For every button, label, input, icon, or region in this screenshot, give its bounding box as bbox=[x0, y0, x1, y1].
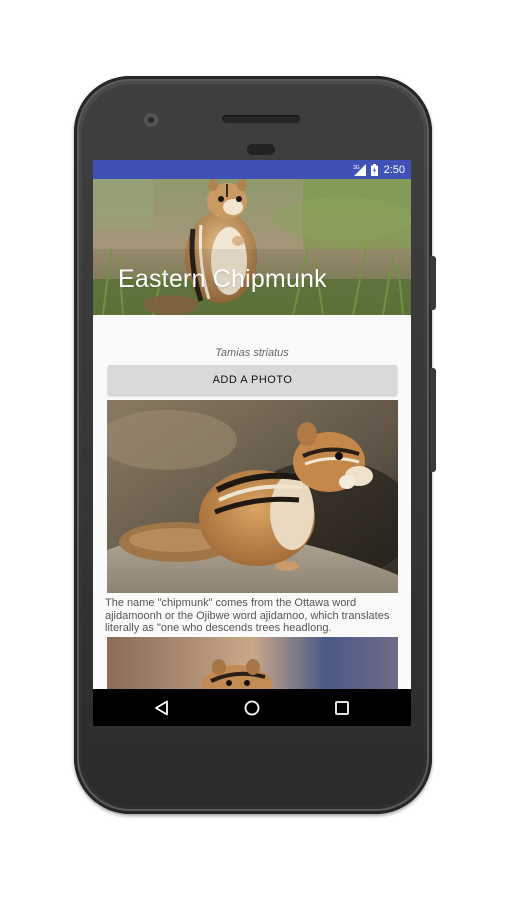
front-camera-icon bbox=[144, 113, 158, 127]
detail-content[interactable]: Tamias striatus ADD A PHOTO The name "ch… bbox=[93, 315, 411, 689]
status-time: 2:50 bbox=[383, 163, 405, 176]
chipmunk-photo[interactable] bbox=[107, 400, 398, 593]
chipmunk-header-photo bbox=[93, 179, 411, 315]
proximity-sensor bbox=[247, 144, 275, 155]
app-screen: 3G 2:50 Eastern Chipmunk Tamias striatus… bbox=[93, 160, 411, 726]
earpiece-speaker bbox=[222, 115, 300, 123]
back-button[interactable] bbox=[150, 696, 174, 720]
cell-signal-icon: 3G bbox=[353, 163, 366, 176]
system-navigation-bar bbox=[93, 689, 411, 726]
recents-square-icon bbox=[335, 701, 349, 715]
back-triangle-icon bbox=[155, 700, 168, 716]
status-bar: 3G 2:50 bbox=[93, 160, 411, 179]
volume-rocker bbox=[430, 368, 436, 472]
header-image: Eastern Chipmunk bbox=[93, 179, 411, 315]
page-title: Eastern Chipmunk bbox=[118, 265, 327, 293]
recents-button[interactable] bbox=[330, 696, 354, 720]
chipmunk-second-photo bbox=[107, 637, 398, 689]
chipmunk-eating-photo bbox=[107, 400, 398, 593]
chipmunk-photo-secondary[interactable] bbox=[107, 637, 398, 689]
battery-icon bbox=[370, 163, 378, 176]
home-button[interactable] bbox=[240, 696, 264, 720]
home-circle-icon bbox=[244, 700, 260, 716]
add-photo-button[interactable]: ADD A PHOTO bbox=[108, 365, 397, 395]
scientific-name: Tamias striatus bbox=[215, 347, 289, 359]
network-type-label: 3G bbox=[353, 165, 360, 171]
description-text: The name "chipmunk" comes from the Ottaw… bbox=[105, 597, 390, 634]
power-button bbox=[430, 256, 436, 310]
